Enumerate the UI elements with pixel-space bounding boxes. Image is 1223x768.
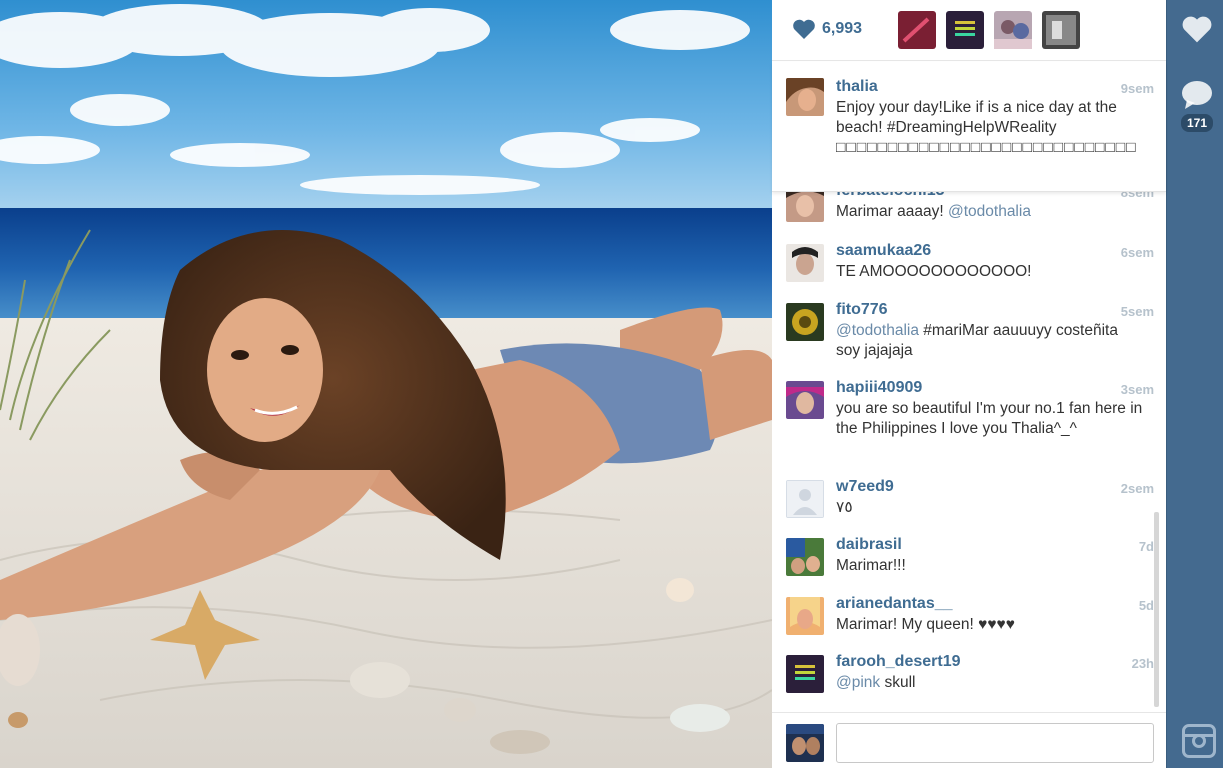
speech-bubble-icon: [1182, 81, 1213, 109]
scrollbar-thumb[interactable]: [1154, 512, 1159, 707]
comment-username[interactable]: daibrasil: [836, 536, 902, 554]
comment-timestamp: 6sem: [1120, 245, 1154, 260]
avatar-image: [786, 538, 824, 576]
avatar[interactable]: [786, 538, 824, 576]
post-photo[interactable]: [0, 0, 772, 768]
avatar-image: [786, 303, 824, 341]
comment-body: Marimar aaaay!: [836, 203, 948, 220]
comment-timestamp: 5d: [1138, 598, 1154, 613]
comment-username[interactable]: hapiii40909: [836, 379, 922, 397]
comment-username[interactable]: fito776: [836, 301, 888, 319]
comment-count-badge: 171: [1181, 114, 1214, 132]
heart-icon: [1182, 16, 1212, 43]
comment-composer: [772, 712, 1166, 768]
comment-username[interactable]: w7eed9: [836, 478, 894, 496]
heart-icon: [793, 19, 815, 39]
avatar[interactable]: [786, 655, 824, 693]
comment-input[interactable]: [836, 723, 1154, 763]
comment-text: Marimar! My queen! ♥♥♥♥: [836, 616, 1015, 633]
comments-list[interactable]: ferbatelochi13 8sem Marimar aaaay! @todo…: [772, 192, 1166, 712]
avatar: [898, 11, 936, 49]
avatar-image: [786, 381, 824, 419]
caption-body: Enjoy your day!Like if is a nice day at …: [836, 99, 1117, 136]
like-button[interactable]: [1181, 14, 1213, 44]
avatar-image: [786, 192, 824, 222]
comment-text: Marimar!!!: [836, 557, 906, 574]
comment-username[interactable]: farooh_desert19: [836, 653, 961, 671]
comment-text: ٧٥: [836, 499, 853, 516]
comment-username[interactable]: saamukaa26: [836, 242, 931, 260]
comment-username[interactable]: thalia: [836, 78, 878, 96]
caption-text: Enjoy your day!Like if is a nice day at …: [836, 98, 1144, 158]
avatar[interactable]: [786, 303, 824, 341]
avatar[interactable]: [786, 381, 824, 419]
comment-text: Marimar aaaay! @todothalia: [836, 202, 1144, 222]
likes-bar: 6,993: [772, 0, 1166, 61]
avatar[interactable]: [786, 244, 824, 282]
post-caption: thalia 9sem Enjoy your day!Like if is a …: [772, 62, 1166, 192]
comment-text: you are so beautiful I'm your no.1 fan h…: [836, 400, 1143, 437]
avatar-image: [786, 724, 824, 762]
comment-timestamp: 23h: [1131, 656, 1154, 671]
mention-link[interactable]: @todothalia: [836, 322, 919, 339]
comment-username[interactable]: ferbatelochi13: [836, 192, 944, 200]
comments-panel: 6,993 thalia 9sem Enjoy your day!Like if…: [772, 0, 1166, 768]
mention-link[interactable]: @pink: [836, 674, 880, 691]
comment-timestamp: 5sem: [1120, 304, 1154, 319]
comment-timestamp: 2sem: [1120, 481, 1154, 496]
comment-text: @todothalia #mariMar aauuuyy costeñita s…: [836, 321, 1144, 361]
avatar: [946, 11, 984, 49]
comment-timestamp: 9sem: [1120, 81, 1154, 96]
avatar-image: [786, 244, 824, 282]
beach-photo: [0, 0, 772, 768]
action-rail: 171: [1166, 0, 1223, 768]
like-summary[interactable]: 6,993: [792, 18, 862, 40]
camera-lens: [1192, 734, 1206, 748]
comments-scrollbar[interactable]: [1154, 192, 1159, 707]
liker-avatar[interactable]: [994, 11, 1032, 49]
caption-unsupported-glyphs: □□□□□□□□□□□□□□□□□□□□□□□□□□□□□: [836, 139, 1137, 156]
comment-username[interactable]: arianedantas__: [836, 595, 953, 613]
avatar: [1042, 11, 1080, 49]
mention-link[interactable]: @todothalia: [948, 203, 1031, 220]
liker-avatar[interactable]: [946, 11, 984, 49]
comment-timestamp: 7d: [1138, 539, 1154, 554]
comment-text: TE AMOOOOOOOOOOOO!: [836, 263, 1032, 280]
avatar-image: [786, 597, 824, 635]
liker-avatar[interactable]: [1042, 11, 1080, 49]
comment-text: @pink skull: [836, 673, 1144, 693]
default-avatar-icon: [787, 481, 823, 517]
avatar: [994, 11, 1032, 49]
comment-timestamp: 8sem: [1120, 192, 1154, 200]
comment-body: skull: [880, 674, 916, 691]
avatar[interactable]: [786, 192, 824, 222]
instagram-camera-icon[interactable]: [1182, 724, 1216, 758]
comment-button[interactable]: 171: [1181, 80, 1214, 132]
avatar[interactable]: [786, 480, 824, 518]
avatar[interactable]: [786, 597, 824, 635]
like-count: 6,993: [822, 20, 863, 37]
avatar[interactable]: [786, 78, 824, 116]
avatar-image: [786, 655, 824, 693]
liker-avatar[interactable]: [898, 11, 936, 49]
comment-timestamp: 3sem: [1120, 382, 1154, 397]
avatar-image: [786, 78, 824, 116]
current-user-avatar: [786, 724, 824, 762]
